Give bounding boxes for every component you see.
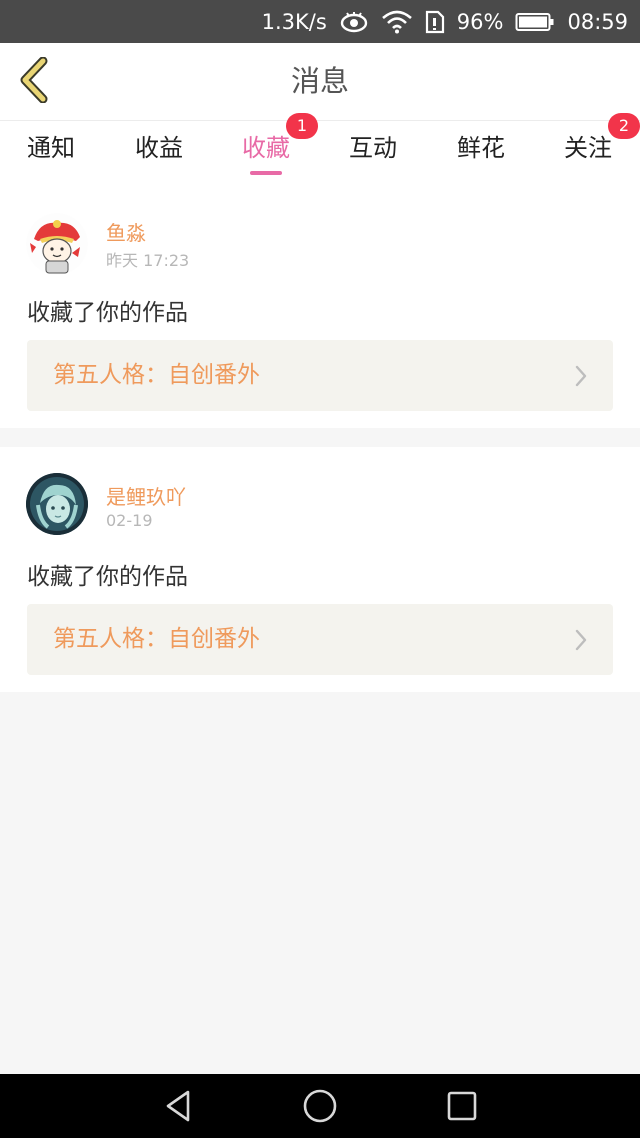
sim-card-icon: [425, 10, 445, 34]
tab-favorites[interactable]: 收藏 1: [216, 113, 318, 183]
tab-label: 通知: [27, 134, 75, 162]
status-bar: 1.3K/s 96% 08:59: [0, 0, 640, 43]
tab-badge: 1: [286, 113, 318, 139]
battery-icon: [515, 12, 555, 32]
avatar[interactable]: [26, 473, 88, 535]
nav-home-button[interactable]: [298, 1086, 342, 1126]
work-title: 第五人格：自创番外: [53, 626, 260, 652]
eye-icon: [339, 11, 369, 33]
header: 消息: [0, 43, 640, 121]
square-recent-icon: [447, 1091, 477, 1121]
clock-time: 08:59: [567, 9, 628, 34]
network-speed: 1.3K/s: [261, 9, 327, 34]
timestamp: 02-19: [106, 511, 153, 530]
tab-label: 关注: [564, 134, 612, 162]
tab-bar: 通知 收益 收藏 1 互动 鲜花 关注 2: [0, 113, 640, 183]
wifi-icon: [381, 10, 413, 34]
tab-label: 收益: [135, 134, 183, 162]
active-tab-indicator: [250, 171, 282, 175]
username[interactable]: 是鲤玖吖: [106, 481, 186, 510]
work-link[interactable]: 第五人格：自创番外: [27, 340, 613, 411]
battery-percent: 96%: [456, 9, 504, 34]
tab-label: 收藏: [242, 134, 290, 162]
message-card: 鱼淼 昨天 17:23 收藏了你的作品 第五人格：自创番外: [0, 183, 640, 428]
work-link[interactable]: 第五人格：自创番外: [27, 604, 613, 675]
chevron-right-icon: [575, 629, 587, 651]
tab-follows[interactable]: 关注 2: [538, 113, 640, 183]
chevron-right-icon: [575, 365, 587, 387]
tab-label: 互动: [349, 134, 397, 162]
work-title: 第五人格：自创番外: [53, 362, 260, 388]
message-card: 是鲤玖吖 02-19 收藏了你的作品 第五人格：自创番外: [0, 447, 640, 692]
tab-earnings[interactable]: 收益: [109, 121, 209, 183]
nav-back-button[interactable]: [156, 1086, 200, 1126]
nav-recent-button[interactable]: [440, 1086, 484, 1126]
action-text: 收藏了你的作品: [27, 300, 188, 326]
triangle-back-icon: [166, 1090, 190, 1122]
tab-notifications[interactable]: 通知: [1, 121, 101, 183]
tab-interactions[interactable]: 互动: [323, 121, 423, 183]
navigation-bar: [0, 1074, 640, 1138]
tab-badge: 2: [608, 113, 640, 139]
avatar[interactable]: [26, 213, 88, 275]
action-text: 收藏了你的作品: [27, 564, 188, 590]
username[interactable]: 鱼淼: [106, 217, 146, 246]
page-title: 消息: [290, 64, 349, 98]
timestamp: 昨天 17:23: [106, 251, 190, 270]
tab-label: 鲜花: [457, 134, 505, 162]
tab-flowers[interactable]: 鲜花: [431, 121, 531, 183]
circle-home-icon: [303, 1089, 337, 1123]
